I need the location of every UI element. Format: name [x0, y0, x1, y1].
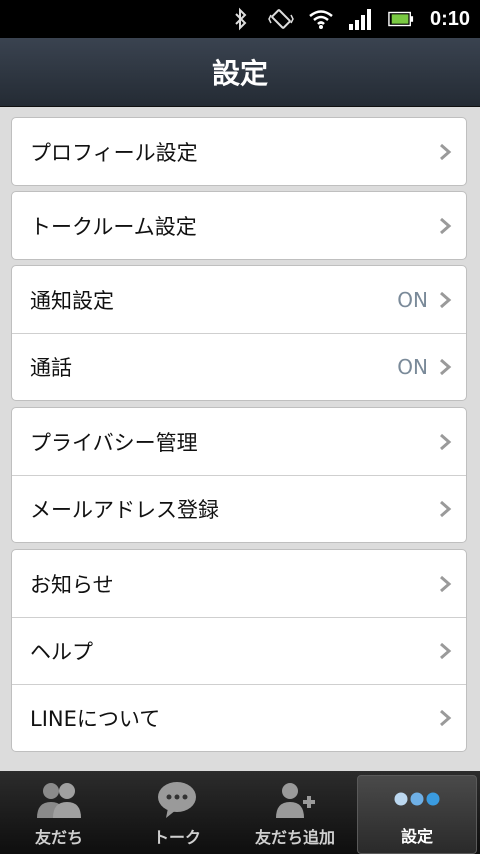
- settings-item-label: お知らせ: [30, 572, 114, 597]
- chevron-right-icon: [440, 500, 452, 518]
- settings-item-label: ヘルプ: [30, 640, 93, 664]
- settings-item-label: LINEについて: [30, 707, 161, 731]
- tab-label: 設定: [400, 827, 433, 846]
- settings-group-privacy: プライバシー管理 メールアドレス登録: [11, 407, 467, 543]
- tab-friends[interactable]: 友だち: [0, 771, 118, 854]
- add-friend-icon: [272, 778, 318, 822]
- chevron-right-icon: [440, 709, 452, 727]
- settings-item-label: プライバシー管理: [30, 430, 198, 455]
- settings-item-help[interactable]: ヘルプ: [12, 617, 466, 684]
- header-bar: 設定: [0, 38, 480, 107]
- settings-group-profile: プロフィール設定: [11, 117, 467, 186]
- settings-item-label: 通話: [30, 356, 72, 380]
- chevron-right-icon: [440, 143, 452, 160]
- settings-group-talkroom: トークルーム設定: [11, 191, 467, 260]
- settings-group-notifications: 通知設定 ON 通話 ON: [11, 265, 467, 401]
- bottom-tab-bar: 友だち トーク 友だち追加 設定: [0, 771, 480, 854]
- settings-item-about[interactable]: LINEについて: [12, 684, 466, 751]
- page-title: 設定: [211, 57, 268, 90]
- clock: 0:10: [429, 7, 470, 30]
- settings-item-value: ON: [397, 355, 428, 379]
- tab-label: 友だち: [34, 828, 83, 847]
- status-bar: 0:10: [0, 0, 480, 38]
- settings-item-label: 通知設定: [30, 288, 114, 313]
- chevron-right-icon: [440, 358, 452, 376]
- battery-icon: [388, 6, 414, 32]
- settings-item-label: トークルーム設定: [30, 214, 197, 239]
- tab-talk[interactable]: トーク: [118, 771, 236, 854]
- more-dots-icon: [392, 777, 442, 821]
- bluetooth-icon: [228, 6, 254, 32]
- vibrate-icon: [268, 6, 294, 32]
- settings-item-privacy[interactable]: プライバシー管理: [12, 408, 466, 475]
- chat-bubble-icon: [156, 778, 198, 822]
- settings-item-label: プロフィール設定: [30, 140, 198, 165]
- settings-item-value: ON: [397, 287, 428, 312]
- tab-settings[interactable]: 設定: [357, 775, 477, 854]
- chevron-right-icon: [440, 575, 452, 592]
- chevron-right-icon: [440, 291, 452, 308]
- wifi-icon: [308, 6, 334, 32]
- settings-item-news[interactable]: お知らせ: [12, 550, 466, 617]
- friends-icon: [34, 778, 84, 822]
- settings-item-call[interactable]: 通話 ON: [12, 333, 466, 400]
- chevron-right-icon: [440, 217, 452, 234]
- tab-label: トーク: [152, 828, 201, 847]
- settings-item-profile[interactable]: プロフィール設定: [12, 118, 466, 185]
- chevron-right-icon: [440, 642, 452, 660]
- settings-item-talkroom[interactable]: トークルーム設定: [12, 192, 466, 259]
- chevron-right-icon: [440, 433, 452, 450]
- tab-add-friend[interactable]: 友だち追加: [236, 771, 354, 854]
- settings-group-info: お知らせ ヘルプ LINEについて: [11, 549, 467, 752]
- signal-icon: [348, 6, 374, 32]
- settings-item-email[interactable]: メールアドレス登録: [12, 475, 466, 542]
- settings-item-label: メールアドレス登録: [30, 498, 219, 522]
- tab-label: 友だち追加: [254, 828, 335, 847]
- settings-item-notifications[interactable]: 通知設定 ON: [12, 266, 466, 333]
